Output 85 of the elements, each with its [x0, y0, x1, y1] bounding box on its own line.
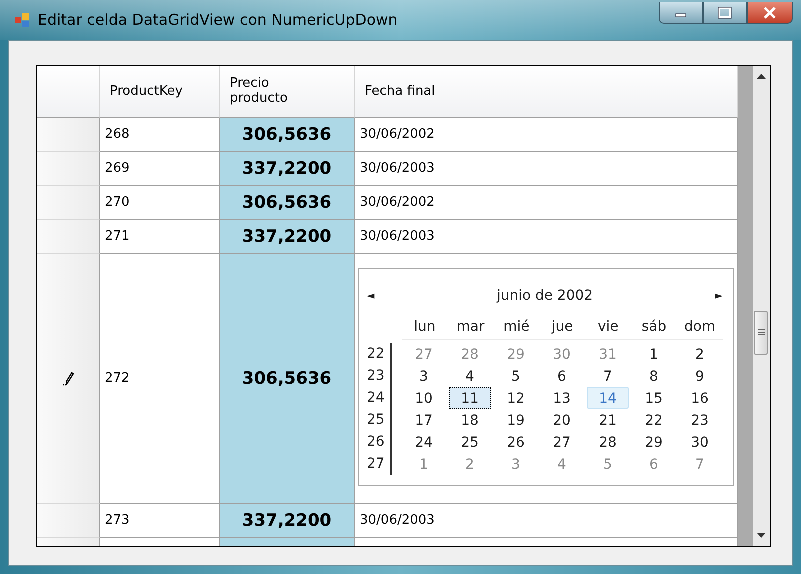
table-cell: 306,5636: [242, 124, 332, 144]
week-number: 24: [367, 389, 386, 408]
calendar-day[interactable]: 11: [449, 387, 491, 409]
calendar-day[interactable]: 1: [633, 343, 675, 365]
table-cell: 337,2200: [242, 226, 332, 246]
calendar-day[interactable]: 21: [587, 409, 629, 431]
calendar-day[interactable]: 22: [633, 409, 675, 431]
month-title[interactable]: junio de 2002: [496, 288, 594, 304]
calendar-day[interactable]: 24: [403, 431, 445, 453]
weekday-label: mar: [456, 319, 486, 335]
vertical-scrollbar[interactable]: [753, 66, 770, 546]
calendar-day[interactable]: 2: [679, 343, 721, 365]
app-icon: [14, 12, 30, 28]
calendar-day[interactable]: 19: [495, 409, 537, 431]
row-header[interactable]: [37, 504, 100, 538]
table-cell: 30/06/2003: [360, 513, 435, 528]
week-number: 22: [367, 345, 386, 364]
calendar-day[interactable]: 9: [679, 365, 721, 387]
table-cell: 273: [105, 513, 130, 528]
calendar-day[interactable]: 25: [449, 431, 491, 453]
window-title: Editar celda DataGridView con NumericUpDown: [38, 11, 398, 29]
calendar-day[interactable]: 6: [541, 365, 583, 387]
week-number: 27: [367, 455, 386, 474]
table-cell: 337,2200: [242, 158, 332, 178]
table-cell: 306,5636: [242, 368, 332, 388]
table-cell: 306,5636: [242, 192, 332, 212]
calendar-day[interactable]: 12: [495, 387, 537, 409]
scroll-down-icon: [757, 533, 766, 538]
calendar-day[interactable]: 7: [587, 365, 629, 387]
calendar-day[interactable]: 20: [541, 409, 583, 431]
close-icon: [763, 6, 777, 18]
calendar-day[interactable]: 26: [495, 431, 537, 453]
calendar-day[interactable]: 5: [495, 365, 537, 387]
calendar-day[interactable]: 13: [541, 387, 583, 409]
weekday-label: vie: [596, 319, 620, 335]
table-cell: 30/06/2003: [360, 229, 435, 244]
table-cell: 269: [105, 161, 130, 176]
calendar-day[interactable]: 23: [679, 409, 721, 431]
calendar-day[interactable]: 17: [403, 409, 445, 431]
column-header[interactable]: Precio producto: [220, 66, 355, 118]
calendar-day[interactable]: 18: [449, 409, 491, 431]
row-header[interactable]: [37, 152, 100, 186]
minimize-button[interactable]: [659, 2, 703, 24]
calendar-day[interactable]: 14: [587, 387, 629, 409]
weekday-label: sáb: [640, 319, 668, 335]
column-header[interactable]: ProductKey: [100, 66, 220, 118]
weekday-label: lun: [413, 319, 437, 335]
calendar-day[interactable]: 16: [679, 387, 721, 409]
table-cell: 30/06/2002: [360, 195, 435, 210]
calendar-day[interactable]: 10: [403, 387, 445, 409]
weekday-label: dom: [684, 319, 717, 335]
maximize-icon: [718, 6, 732, 18]
weekday-label: mié: [502, 319, 531, 335]
calendar-day[interactable]: 8: [633, 365, 675, 387]
table-cell: 270: [105, 195, 130, 210]
calendar-day[interactable]: 29: [633, 431, 675, 453]
calendar-day[interactable]: 3: [403, 365, 445, 387]
corner-header: [37, 66, 100, 118]
pencil-icon: [62, 372, 74, 386]
previous-month-button[interactable]: ◄: [367, 290, 375, 302]
table-cell: 268: [105, 127, 130, 142]
table-cell: 30/06/2003: [360, 161, 435, 176]
row-header[interactable]: [37, 186, 100, 220]
scroll-up-icon: [757, 74, 766, 79]
calendar-day[interactable]: 4: [449, 365, 491, 387]
week-number: 25: [367, 411, 386, 430]
week-number: 23: [367, 367, 386, 386]
column-header[interactable]: Fecha final: [355, 66, 738, 118]
scroll-thumb[interactable]: [754, 311, 768, 355]
table-cell: 272: [105, 371, 130, 386]
calendar-day[interactable]: 15: [633, 387, 675, 409]
calendar-day[interactable]: 27: [541, 431, 583, 453]
calendar-day[interactable]: 30: [679, 431, 721, 453]
close-button[interactable]: [747, 2, 793, 24]
table-cell: 30/06/2002: [360, 127, 435, 142]
week-number: 26: [367, 433, 386, 452]
table-cell: 337,2200: [242, 510, 332, 530]
weekday-label: jue: [550, 319, 574, 335]
calendar-day[interactable]: 28: [587, 431, 629, 453]
row-header[interactable]: [37, 118, 100, 152]
row-header[interactable]: [37, 220, 100, 254]
table-cell: 271: [105, 229, 130, 244]
row-header[interactable]: [37, 254, 100, 504]
next-month-button[interactable]: ►: [715, 290, 723, 302]
maximize-button[interactable]: [703, 2, 747, 24]
